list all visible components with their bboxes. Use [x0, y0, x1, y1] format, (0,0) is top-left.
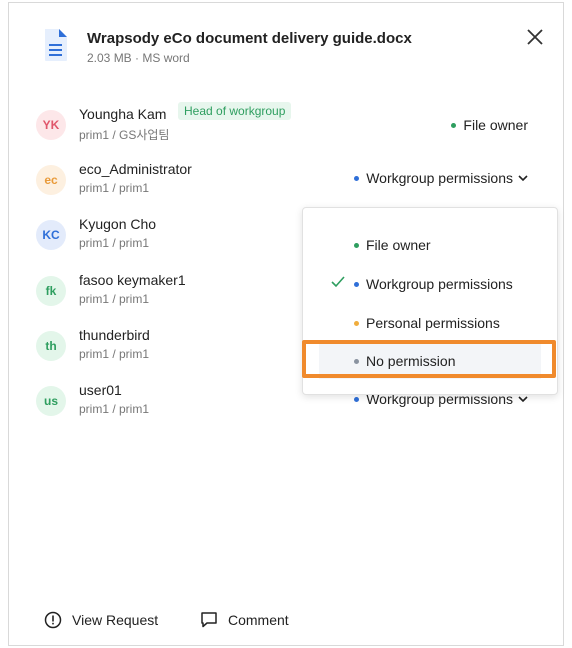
status-dot: [354, 175, 360, 181]
permission-text: Workgroup permissions: [366, 170, 513, 186]
member-name: Kyugon Cho: [79, 216, 157, 232]
chevron-down-icon: [518, 174, 528, 181]
file-meta: 2.03 MB · MS word: [87, 51, 190, 65]
menu-item-personal-permissions[interactable]: Personal permissions: [319, 305, 541, 341]
role-badge: Head of workgroup: [178, 102, 292, 120]
menu-item-label: Workgroup permissions: [366, 276, 513, 292]
member-group: prim1 / prim1: [79, 347, 150, 361]
view-request-button[interactable]: View Request: [44, 611, 158, 629]
member-name: user01: [79, 382, 122, 398]
highlight-box: [302, 340, 556, 378]
avatar: fk: [36, 276, 66, 306]
avatar: YK: [36, 110, 66, 140]
menu-item-workgroup-permissions[interactable]: Workgroup permissions: [319, 266, 541, 302]
member-group: prim1 / prim1: [79, 236, 150, 250]
view-request-label: View Request: [72, 612, 159, 628]
avatar: us: [36, 386, 66, 416]
member-group: prim1 / GS사업팀: [79, 128, 170, 142]
status-dot: [354, 281, 359, 287]
status-dot: [354, 396, 360, 402]
file-title: Wrapsody eCo document delivery guide.doc…: [87, 30, 412, 47]
comment-icon: [201, 612, 217, 628]
member-group: prim1 / prim1: [79, 402, 150, 416]
chevron-down-icon: [518, 395, 528, 402]
permission-dropdown[interactable]: Workgroup permissions: [354, 170, 528, 186]
status-dot: [354, 242, 359, 248]
member-name: thunderbird: [79, 327, 150, 343]
member-group: prim1 / prim1: [79, 181, 150, 195]
checkmark-icon: [331, 276, 345, 288]
comment-label: Comment: [228, 612, 289, 628]
menu-item-label: File owner: [366, 237, 431, 253]
avatar: KC: [36, 220, 66, 250]
status-dot: [354, 320, 359, 326]
member-name: eco_Administrator: [79, 161, 192, 177]
status-dot: [451, 122, 457, 128]
permission-text: File owner: [463, 117, 528, 133]
menu-item-file-owner[interactable]: File owner: [319, 227, 541, 263]
menu-item-label: Personal permissions: [366, 315, 500, 331]
member-group: prim1 / prim1: [79, 292, 150, 306]
close-icon[interactable]: [526, 28, 544, 46]
avatar: th: [36, 331, 66, 361]
permission-label: File owner: [451, 117, 528, 133]
member-name: fasoo keymaker1: [79, 272, 186, 288]
avatar: ec: [36, 165, 66, 195]
member-name: Youngha Kam: [79, 106, 167, 122]
document-icon: [43, 28, 69, 62]
alert-circle-icon: [44, 611, 62, 629]
comment-button[interactable]: Comment: [200, 611, 289, 629]
